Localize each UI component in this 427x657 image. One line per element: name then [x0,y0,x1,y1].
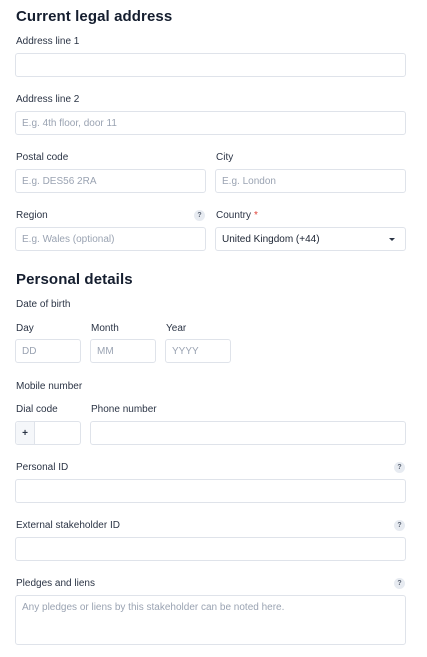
country-select-value: United Kingdom (+44) [222,233,320,245]
country-select[interactable]: United Kingdom (+44) [215,227,406,251]
address-line1-label: Address line 1 [16,36,80,47]
country-label: Country [216,210,252,221]
address-section-title: Current legal address [16,8,173,25]
dob-month-label: Month [91,323,119,334]
address-line2-input[interactable]: E.g. 4th floor, door 11 [15,111,406,135]
dob-month-input[interactable]: MM [90,339,156,363]
phone-number-label: Phone number [91,404,157,415]
mobile-number-label: Mobile number [16,381,83,392]
region-input[interactable]: E.g. Wales (optional) [15,227,206,251]
dob-label: Date of birth [16,299,71,310]
pledges-textarea[interactable]: Any pledges or liens by this stakeholder… [15,595,406,645]
dob-day-placeholder: DD [22,345,37,357]
external-id-label: External stakeholder ID [16,520,120,531]
personal-id-input[interactable] [15,479,406,503]
city-input[interactable]: E.g. London [215,169,406,193]
personal-id-label: Personal ID [16,462,69,473]
region-help-icon[interactable]: ? [194,210,205,221]
chevron-down-icon [389,238,395,241]
personal-id-help-icon[interactable]: ? [394,462,405,473]
dob-day-input[interactable]: DD [15,339,81,363]
city-placeholder: E.g. London [222,175,276,187]
postal-code-label: Postal code [16,152,69,163]
postal-code-input[interactable]: E.g. DES56 2RA [15,169,206,193]
phone-number-input[interactable] [90,421,406,445]
pledges-placeholder: Any pledges or liens by this stakeholder… [22,602,285,613]
personal-section-title: Personal details [16,271,133,288]
address-line1-input[interactable] [15,53,406,77]
address-line2-label: Address line 2 [16,94,80,105]
plus-icon: + [16,422,35,444]
address-line2-placeholder: E.g. 4th floor, door 11 [22,117,117,129]
city-label: City [216,152,234,163]
pledges-label: Pledges and liens [16,578,95,589]
dob-year-label: Year [166,323,187,334]
pledges-help-icon[interactable]: ? [394,578,405,589]
dial-code-input[interactable]: + [15,421,81,445]
region-placeholder: E.g. Wales (optional) [22,233,115,245]
dob-month-placeholder: MM [97,345,114,357]
external-id-input[interactable] [15,537,406,561]
stakeholder-form: Current legal address Address line 1 Add… [0,0,427,657]
dial-code-label: Dial code [16,404,58,415]
external-id-help-icon[interactable]: ? [394,520,405,531]
dob-year-placeholder: YYYY [172,345,199,357]
dob-year-input[interactable]: YYYY [165,339,231,363]
postal-code-placeholder: E.g. DES56 2RA [22,175,97,187]
dob-day-label: Day [16,323,34,334]
country-label-wrap: Country * [216,210,258,221]
region-label: Region [16,210,48,221]
required-asterisk: * [254,210,258,221]
